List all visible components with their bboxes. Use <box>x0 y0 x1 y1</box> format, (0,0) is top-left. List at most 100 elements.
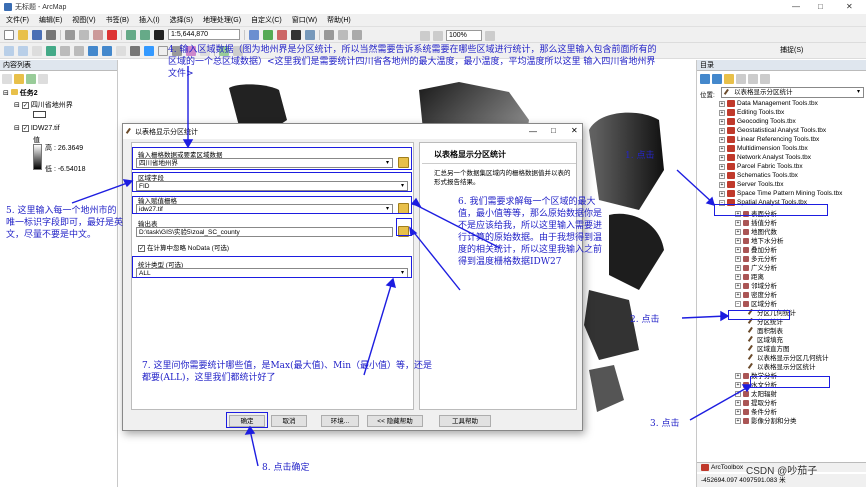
editor-icon[interactable] <box>249 29 259 40</box>
toolbox-icon[interactable] <box>277 29 287 40</box>
toc-dataframe[interactable]: ⊟ 任务2 <box>3 88 38 98</box>
list-by-visibility-icon[interactable] <box>26 74 36 84</box>
editor-tool-icon[interactable] <box>324 29 334 40</box>
undo-icon[interactable] <box>126 29 136 40</box>
expand-icon[interactable]: + <box>719 181 725 188</box>
expand-icon[interactable]: + <box>719 109 725 116</box>
menu-bookmarks[interactable]: 书签(B) <box>106 15 129 25</box>
toolbox-item[interactable]: + Network Analyst Tools.tbx <box>719 154 811 161</box>
open-icon[interactable] <box>18 29 28 40</box>
menu-insert[interactable]: 插入(I) <box>139 15 160 25</box>
save-icon[interactable] <box>32 29 42 40</box>
forward-icon[interactable] <box>102 45 112 56</box>
menu-geoprocessing[interactable]: 地理处理(G) <box>203 15 241 25</box>
hide-help-button[interactable]: << 隐藏帮助 <box>367 415 423 427</box>
cancel-button[interactable]: 取消 <box>271 415 307 427</box>
close-button[interactable]: ✕ <box>846 2 853 11</box>
fixed-zoom-in-icon[interactable] <box>60 45 70 56</box>
menu-customize[interactable]: 自定义(C) <box>251 15 282 25</box>
back-icon[interactable] <box>88 45 98 56</box>
expand-icon[interactable]: − <box>735 301 741 308</box>
catalog-connect-icon[interactable] <box>748 74 758 84</box>
ignore-nodata-checkbox[interactable]: ✓ <box>138 244 145 252</box>
menu-windows[interactable]: 窗口(W) <box>292 15 317 25</box>
delete-icon[interactable] <box>107 29 117 40</box>
select-features-icon[interactable] <box>116 45 126 56</box>
vertex-icon[interactable] <box>352 29 362 40</box>
find-icon[interactable] <box>158 45 168 56</box>
cut-icon[interactable] <box>65 29 75 40</box>
dialog-close-button[interactable]: ✕ <box>571 126 578 135</box>
maximize-button[interactable]: □ <box>818 2 823 11</box>
location-dropdown[interactable]: 以表格显示分区统计 ▾ <box>721 87 864 98</box>
menu-view[interactable]: 视图(V) <box>72 15 95 25</box>
toolset-item[interactable]: + 影像分割和分类 <box>735 415 797 425</box>
dialog-minimize-button[interactable]: — <box>529 127 537 136</box>
layer-visibility-checkbox[interactable]: ✓ <box>21 124 29 132</box>
catalog-home-icon[interactable] <box>736 74 746 84</box>
list-by-drawing-order-icon[interactable] <box>2 74 12 84</box>
catalog-back-icon[interactable] <box>700 74 710 84</box>
catalog-view-icon[interactable] <box>760 74 770 84</box>
expand-icon[interactable]: + <box>719 172 725 179</box>
toolbox-item[interactable]: + Schematics Tools.tbx <box>719 172 798 179</box>
menu-help[interactable]: 帮助(H) <box>327 15 351 25</box>
page-pan-icon[interactable] <box>433 30 443 41</box>
zoom-out-icon[interactable] <box>18 45 28 56</box>
copy-icon[interactable] <box>79 29 89 40</box>
full-extent-icon[interactable] <box>46 45 56 56</box>
expand-icon[interactable]: + <box>735 418 741 425</box>
expand-icon[interactable]: + <box>719 127 725 134</box>
tool-help-button[interactable]: 工具帮助 <box>439 415 491 427</box>
toolbox-item[interactable]: + Linear Referencing Tools.tbx <box>719 136 819 143</box>
toc-layer-idw[interactable]: ⊟ ✓ IDW27.tif <box>14 124 60 132</box>
menu-file[interactable]: 文件(F) <box>6 15 29 25</box>
expand-icon[interactable]: + <box>719 100 725 107</box>
layer-visibility-checkbox[interactable]: ✓ <box>21 101 29 109</box>
list-by-selection-icon[interactable] <box>38 74 48 84</box>
toolbox-item[interactable]: + Data Management Tools.tbx <box>719 100 818 107</box>
toolbox-item[interactable]: + Geostatistical Analyst Tools.tbx <box>719 127 826 134</box>
toolbox-item[interactable]: + Geocoding Tools.tbx <box>719 118 796 125</box>
expand-icon[interactable]: + <box>719 163 725 170</box>
list-by-source-icon[interactable] <box>14 74 24 84</box>
paste-icon[interactable] <box>93 29 103 40</box>
menu-edit[interactable]: 编辑(E) <box>39 15 62 25</box>
zoom-in-icon[interactable] <box>4 45 14 56</box>
add-data-icon[interactable] <box>154 29 164 40</box>
expand-icon[interactable]: + <box>719 190 725 197</box>
zoom-percent-input[interactable]: 100% <box>446 30 482 41</box>
toc-layer-prefectures[interactable]: ⊟ ✓ 四川省地州界 <box>14 100 73 110</box>
expand-icon[interactable]: + <box>719 118 725 125</box>
ignore-nodata-option[interactable]: ✓ 在计算中忽略 NoData (可选) <box>138 242 229 252</box>
toolbox-item[interactable]: + Multidimension Tools.tbx <box>719 145 808 152</box>
python-icon[interactable] <box>291 29 301 40</box>
identify-icon[interactable] <box>144 45 154 56</box>
dialog-maximize-button[interactable]: □ <box>551 126 556 135</box>
catalog-forward-icon[interactable] <box>712 74 722 84</box>
expand-icon[interactable]: + <box>719 145 725 152</box>
expand-icon[interactable]: + <box>719 136 725 143</box>
expand-icon[interactable]: + <box>719 154 725 161</box>
toolbox-item[interactable]: + Server Tools.tbx <box>719 181 783 188</box>
sketch-icon[interactable] <box>338 29 348 40</box>
menu-selection[interactable]: 选择(S) <box>170 15 193 25</box>
environments-button[interactable]: 环境... <box>321 415 359 427</box>
modelbuilder-icon[interactable] <box>305 29 315 40</box>
toolbox-item[interactable]: + Parcel Fabric Tools.tbx <box>719 163 803 170</box>
select-elements-icon[interactable] <box>130 45 140 56</box>
output-table-input[interactable]: D:\task\GIS\实验5\zoal_SC_county <box>136 227 393 237</box>
fixed-zoom-out-icon[interactable] <box>74 45 84 56</box>
pan-icon[interactable] <box>32 45 42 56</box>
table-icon[interactable] <box>263 29 273 40</box>
toolbox-item[interactable]: + Editing Tools.tbx <box>719 109 784 116</box>
print-icon[interactable] <box>46 29 56 40</box>
minimize-button[interactable]: — <box>792 2 800 11</box>
catalog-up-icon[interactable] <box>724 74 734 84</box>
toolbox-item[interactable]: + Space Time Pattern Mining Tools.tbx <box>719 190 842 197</box>
snapping-label[interactable]: 捕捉(S) <box>780 45 803 55</box>
new-icon[interactable] <box>4 29 14 40</box>
scale-input[interactable]: 1:5,644,870 <box>168 29 240 40</box>
redo-icon[interactable] <box>140 29 150 40</box>
toggle-draft-icon[interactable] <box>485 30 495 41</box>
